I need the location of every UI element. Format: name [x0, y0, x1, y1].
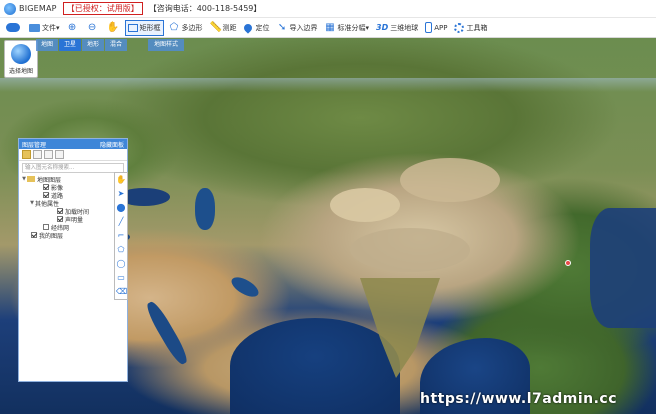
- pin-icon: [241, 21, 254, 34]
- title-bar: BIGEMAP 【已授权：试用版】 【咨询电话：400-118-5459】: [0, 0, 656, 18]
- map-marker-icon[interactable]: [565, 260, 571, 266]
- folder-icon: [29, 23, 40, 32]
- rectangle-icon[interactable]: ▭: [116, 273, 126, 283]
- save-icon[interactable]: [33, 150, 42, 159]
- graticule-checkbox[interactable]: [43, 224, 49, 230]
- globe-icon: [11, 43, 31, 64]
- polyline-icon[interactable]: ⌐: [116, 231, 126, 241]
- cloud-icon: [6, 23, 20, 32]
- polygon-icon[interactable]: ⬠: [116, 245, 126, 255]
- pin-icon[interactable]: ⬤: [116, 203, 126, 213]
- 3d-earth-button[interactable]: 3D 三维地球: [374, 20, 420, 36]
- cloud-button[interactable]: [4, 20, 24, 36]
- file-menu-button[interactable]: 文件 ▾: [27, 20, 62, 36]
- my-layers-checkbox[interactable]: [31, 232, 37, 238]
- app-button[interactable]: APP: [423, 20, 449, 36]
- hand-icon: ✋: [106, 22, 119, 33]
- layer-panel-header: 图层管理 隐藏面板: [19, 139, 127, 149]
- folder-icon: [27, 176, 35, 182]
- hand-icon[interactable]: ✋: [116, 175, 126, 185]
- rectangle-icon: [127, 23, 138, 32]
- app-name: BIGEMAP: [19, 4, 57, 13]
- main-toolbar: 文件 ▾ ⊕ ⊖ ✋ 矩形框 ⬠ 多边形 📏 测距 定位 ➘ 导入边界 ▦ 标准分幅 ▾ 3…: [0, 18, 656, 38]
- circle-icon[interactable]: ◯: [116, 259, 126, 269]
- zoom-out-button[interactable]: ⊖: [85, 20, 102, 36]
- imagery-checkbox[interactable]: [43, 184, 49, 190]
- eraser-icon[interactable]: ⌫: [116, 287, 127, 297]
- chevron-down-icon: ▾: [365, 23, 370, 32]
- tree-node-root[interactable]: ▼ 地图图层: [19, 175, 127, 184]
- map-style-button[interactable]: 地图样式: [148, 39, 185, 51]
- tab-map[interactable]: 地图: [36, 39, 59, 51]
- tree-node-imagery[interactable]: 影像: [19, 183, 127, 192]
- rectangle-select-button[interactable]: 矩形框: [124, 19, 164, 36]
- layer-tree: ▼ 地图图层 影像 道路 ▼ 其他属性 加载时间 声明量 经纬网 我的图层: [19, 175, 127, 240]
- tab-hybrid[interactable]: 混合: [105, 39, 128, 51]
- statement-checkbox[interactable]: [57, 216, 63, 222]
- tree-node-my-layers[interactable]: 我的图层: [19, 231, 127, 240]
- hide-panel-button[interactable]: 隐藏面板: [100, 140, 124, 149]
- layer-panel: 图层管理 隐藏面板 输入图元名称搜索... ▼ 地图图层 影像 道路 ▼ 其他属…: [18, 138, 128, 382]
- map-type-tabs: 地图 卫星 地形 混合: [36, 39, 128, 51]
- load-time-checkbox[interactable]: [57, 208, 63, 214]
- measure-button[interactable]: 📏 测距: [208, 20, 239, 36]
- import-icon: ➘: [277, 22, 287, 33]
- gear-icon: [454, 22, 465, 33]
- 3d-icon: 3D: [376, 23, 389, 32]
- ruler-icon: 📏: [209, 22, 222, 33]
- roads-checkbox[interactable]: [43, 192, 49, 198]
- tree-node-graticule[interactable]: 经纬网: [19, 223, 127, 232]
- tab-terrain[interactable]: 地形: [82, 39, 105, 51]
- zoom-out-icon: ⊖: [87, 22, 97, 33]
- app-logo-icon: [4, 2, 16, 15]
- layer-panel-title: 图层管理: [22, 141, 47, 149]
- zoom-in-button[interactable]: ⊕: [65, 20, 82, 36]
- line-icon[interactable]: ╱: [116, 217, 126, 227]
- pan-button[interactable]: ✋: [105, 20, 122, 36]
- tree-node-statement[interactable]: 声明量: [19, 215, 127, 224]
- cursor-icon[interactable]: ➤: [116, 189, 126, 199]
- hotline-text: 【咨询电话：400-118-5459】: [148, 4, 262, 13]
- standard-grid-button[interactable]: ▦ 标准分幅 ▾: [323, 20, 372, 36]
- new-folder-icon[interactable]: [22, 150, 31, 159]
- layer-search-input[interactable]: 输入图元名称搜索...: [22, 163, 124, 173]
- locate-button[interactable]: 定位: [241, 20, 272, 36]
- layer-panel-toolbar: [19, 149, 127, 161]
- chevron-down-icon: ▾: [56, 23, 60, 32]
- layer-tool-icon[interactable]: [44, 150, 53, 159]
- grid-icon: ▦: [325, 22, 335, 33]
- watermark: https://www.l7admin.cc: [420, 391, 618, 407]
- polygon-icon: ⬠: [169, 22, 179, 33]
- toolbox-button[interactable]: 工具箱: [452, 20, 489, 36]
- tab-satellite[interactable]: 卫星: [59, 39, 82, 51]
- license-badge: 【已授权：试用版】: [62, 2, 143, 15]
- polygon-button[interactable]: ⬠ 多边形: [167, 20, 205, 36]
- drawing-toolbar: ✋ ➤ ⬤ ╱ ⌐ ⬠ ◯ ▭ ⌫: [114, 172, 128, 300]
- zoom-in-icon: ⊕: [67, 22, 77, 33]
- map-select-button[interactable]: 选择地图: [4, 40, 38, 78]
- search-icon[interactable]: [55, 150, 64, 159]
- import-boundary-button[interactable]: ➘ 导入边界: [275, 20, 320, 36]
- phone-icon: [425, 22, 433, 33]
